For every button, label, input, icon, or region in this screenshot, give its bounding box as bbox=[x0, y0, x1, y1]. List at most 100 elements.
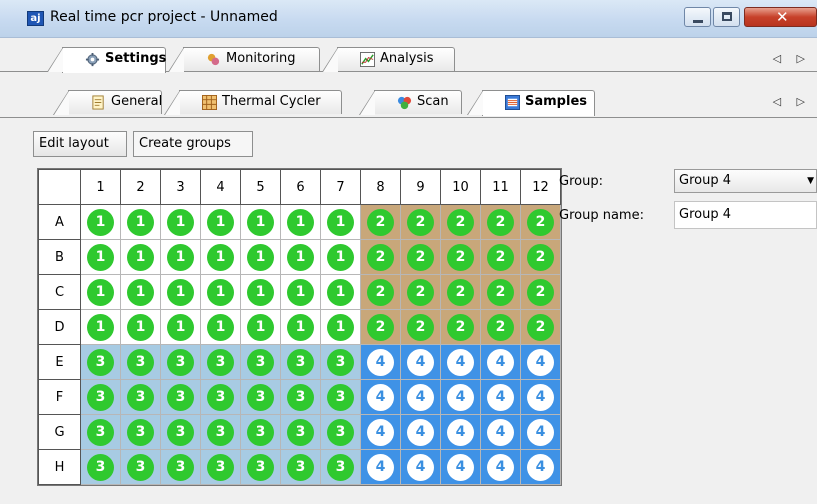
tab-settings[interactable]: Settings bbox=[47, 47, 166, 73]
plate-well[interactable]: 3 bbox=[120, 344, 161, 380]
tab-scan[interactable]: Scan bbox=[359, 90, 462, 115]
plate-well[interactable]: 2 bbox=[480, 204, 521, 240]
plate-well[interactable]: 4 bbox=[360, 344, 401, 380]
close-button[interactable]: ✕ bbox=[744, 7, 817, 27]
plate-well[interactable]: 3 bbox=[160, 344, 201, 380]
group-select[interactable]: Group 4 ▼ bbox=[674, 169, 817, 193]
plate-well[interactable]: 3 bbox=[80, 344, 121, 380]
plate-well[interactable]: 1 bbox=[120, 239, 161, 275]
plate-well[interactable]: 1 bbox=[200, 274, 241, 310]
plate-well[interactable]: 1 bbox=[240, 239, 281, 275]
column-header[interactable]: 11 bbox=[480, 169, 521, 205]
plate-well[interactable]: 1 bbox=[280, 309, 321, 345]
plate-well[interactable]: 4 bbox=[360, 379, 401, 415]
plate-well[interactable]: 2 bbox=[480, 309, 521, 345]
plate-well[interactable]: 3 bbox=[160, 449, 201, 485]
tab-thermal-cycler[interactable]: Thermal Cycler bbox=[164, 90, 342, 115]
subtab-scroll-arrows[interactable]: ◁ ▷ bbox=[773, 95, 811, 108]
plate-well[interactable]: 1 bbox=[160, 239, 201, 275]
plate-well[interactable]: 4 bbox=[480, 414, 521, 450]
column-header[interactable]: 5 bbox=[240, 169, 281, 205]
column-header[interactable]: 7 bbox=[320, 169, 361, 205]
plate-well[interactable]: 1 bbox=[160, 274, 201, 310]
edit-layout-button[interactable]: Edit layout bbox=[33, 131, 127, 157]
plate-well[interactable]: 1 bbox=[320, 204, 361, 240]
plate-well[interactable]: 3 bbox=[120, 449, 161, 485]
row-header[interactable]: E bbox=[38, 344, 81, 380]
tab-monitoring[interactable]: Monitoring bbox=[168, 47, 320, 72]
row-header[interactable]: F bbox=[38, 379, 81, 415]
plate-well[interactable]: 3 bbox=[160, 414, 201, 450]
row-header[interactable]: H bbox=[38, 449, 81, 485]
column-header[interactable]: 12 bbox=[520, 169, 561, 205]
plate-well[interactable]: 3 bbox=[200, 344, 241, 380]
plate-well[interactable]: 3 bbox=[320, 344, 361, 380]
plate-well[interactable]: 1 bbox=[120, 274, 161, 310]
row-header[interactable]: G bbox=[38, 414, 81, 450]
plate-well[interactable]: 1 bbox=[240, 309, 281, 345]
group-name-field[interactable]: Group 4 bbox=[674, 201, 817, 229]
plate-well[interactable]: 4 bbox=[520, 344, 561, 380]
plate-well[interactable]: 4 bbox=[480, 379, 521, 415]
column-header[interactable]: 3 bbox=[160, 169, 201, 205]
plate-well[interactable]: 1 bbox=[320, 274, 361, 310]
plate-well[interactable]: 1 bbox=[280, 204, 321, 240]
column-header[interactable]: 8 bbox=[360, 169, 401, 205]
plate-well[interactable]: 3 bbox=[240, 344, 281, 380]
tab-scroll-arrows[interactable]: ◁ ▷ bbox=[773, 52, 811, 65]
plate-well[interactable]: 2 bbox=[400, 204, 441, 240]
plate-well[interactable]: 2 bbox=[360, 309, 401, 345]
plate-well[interactable]: 1 bbox=[320, 239, 361, 275]
plate-well[interactable]: 2 bbox=[440, 309, 481, 345]
plate-well[interactable]: 1 bbox=[320, 309, 361, 345]
row-header[interactable]: C bbox=[38, 274, 81, 310]
row-header[interactable]: A bbox=[38, 204, 81, 240]
plate-well[interactable]: 3 bbox=[280, 344, 321, 380]
row-header[interactable]: B bbox=[38, 239, 81, 275]
plate-well[interactable]: 3 bbox=[160, 379, 201, 415]
plate-well[interactable]: 3 bbox=[80, 379, 121, 415]
plate-well[interactable]: 2 bbox=[520, 274, 561, 310]
plate-well[interactable]: 3 bbox=[240, 379, 281, 415]
plate-well[interactable]: 1 bbox=[200, 239, 241, 275]
plate-well[interactable]: 4 bbox=[360, 414, 401, 450]
plate-well[interactable]: 4 bbox=[440, 344, 481, 380]
plate-well[interactable]: 1 bbox=[80, 274, 121, 310]
plate-well[interactable]: 1 bbox=[80, 204, 121, 240]
plate-well[interactable]: 4 bbox=[440, 414, 481, 450]
plate-well[interactable]: 2 bbox=[360, 274, 401, 310]
plate-well[interactable]: 1 bbox=[200, 204, 241, 240]
column-header[interactable]: 10 bbox=[440, 169, 481, 205]
plate-well[interactable]: 3 bbox=[80, 449, 121, 485]
column-header[interactable]: 1 bbox=[80, 169, 121, 205]
plate-well[interactable]: 4 bbox=[520, 449, 561, 485]
row-header[interactable]: D bbox=[38, 309, 81, 345]
plate-well[interactable]: 1 bbox=[160, 204, 201, 240]
plate-well[interactable]: 3 bbox=[200, 449, 241, 485]
plate-well[interactable]: 3 bbox=[280, 414, 321, 450]
plate-well[interactable]: 2 bbox=[440, 204, 481, 240]
plate-well[interactable]: 1 bbox=[200, 309, 241, 345]
tab-general[interactable]: General bbox=[53, 90, 162, 115]
plate-well[interactable]: 3 bbox=[320, 449, 361, 485]
plate-well[interactable]: 3 bbox=[320, 379, 361, 415]
plate-well[interactable]: 1 bbox=[120, 309, 161, 345]
plate-well[interactable]: 4 bbox=[480, 344, 521, 380]
plate-well[interactable]: 2 bbox=[360, 239, 401, 275]
plate-well[interactable]: 3 bbox=[280, 379, 321, 415]
column-header[interactable]: 9 bbox=[400, 169, 441, 205]
plate-well[interactable]: 2 bbox=[400, 274, 441, 310]
plate-well[interactable]: 4 bbox=[520, 414, 561, 450]
plate-well[interactable]: 2 bbox=[520, 239, 561, 275]
plate-well[interactable]: 2 bbox=[400, 239, 441, 275]
minimize-button[interactable] bbox=[684, 7, 711, 27]
plate-well[interactable]: 2 bbox=[480, 239, 521, 275]
plate-well[interactable]: 3 bbox=[80, 414, 121, 450]
plate-well[interactable]: 2 bbox=[360, 204, 401, 240]
plate-well[interactable]: 3 bbox=[240, 449, 281, 485]
plate-well[interactable]: 3 bbox=[120, 379, 161, 415]
plate-well[interactable]: 4 bbox=[400, 344, 441, 380]
tab-analysis[interactable]: Analysis bbox=[322, 47, 455, 72]
plate-well[interactable]: 3 bbox=[200, 414, 241, 450]
plate-well[interactable]: 4 bbox=[400, 414, 441, 450]
